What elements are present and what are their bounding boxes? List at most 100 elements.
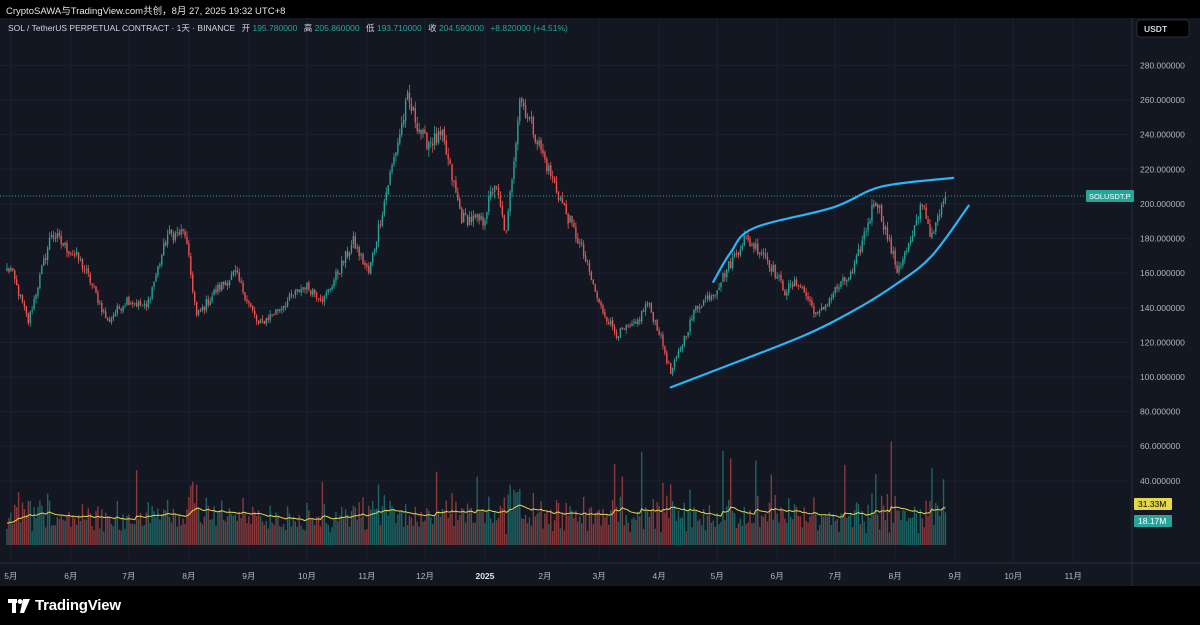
chart-area[interactable]: SOL / TetherUS PERPETUAL CONTRACT · 1天 ·… — [0, 18, 1200, 586]
candle-body — [188, 243, 190, 256]
volume-bar — [292, 516, 295, 545]
candle-body — [464, 213, 467, 216]
candle-body — [778, 275, 780, 277]
volume-bar — [462, 509, 465, 545]
candle-body — [91, 283, 93, 286]
candle-body — [195, 301, 198, 315]
candle-body — [54, 237, 57, 239]
candle-body — [824, 305, 827, 310]
volume-bar — [323, 504, 326, 545]
volume-bar — [176, 526, 178, 545]
price-axis[interactable]: 280.000000 260.000000 240.000000 220.000000… — [1140, 60, 1185, 485]
candle-body — [660, 334, 662, 336]
candle-body — [838, 287, 840, 289]
volume-bar — [697, 520, 699, 545]
candle-body — [629, 325, 631, 327]
volume-bar — [501, 508, 504, 545]
volume-bar — [869, 517, 871, 545]
volume-bar — [548, 524, 550, 545]
candle-body — [898, 266, 900, 273]
candle-body — [356, 246, 358, 249]
volume-bar — [551, 531, 554, 545]
candle-body — [377, 224, 380, 242]
candle-body — [846, 280, 848, 282]
candle-body — [517, 120, 519, 145]
candle-body — [848, 277, 850, 280]
candle-body — [143, 303, 146, 306]
volume-bar — [513, 489, 515, 545]
candle-body — [170, 229, 173, 234]
candle-body — [588, 262, 591, 272]
candle-body — [176, 232, 178, 234]
candle-body — [110, 318, 113, 323]
volume-bar — [399, 511, 401, 545]
volume-bar — [199, 522, 202, 545]
candle-body — [60, 235, 62, 244]
volume-bar — [248, 516, 250, 545]
volume-bar — [99, 528, 101, 545]
volume-bar — [799, 516, 802, 545]
candle-body — [346, 251, 349, 257]
tradingview-logo-icon — [8, 598, 30, 613]
candle-body — [768, 260, 771, 268]
candle-body — [546, 159, 548, 172]
symbol-legend[interactable]: SOL / TetherUS PERPETUAL CONTRACT · 1天 ·… — [8, 23, 568, 33]
volume-bar — [253, 511, 256, 545]
volume-bar — [147, 502, 149, 545]
volume-bar — [580, 523, 583, 545]
candle-body — [451, 164, 453, 181]
volume-bar — [600, 525, 602, 545]
candle-body — [68, 251, 70, 255]
candle-body — [14, 270, 16, 280]
volume-bar — [275, 512, 277, 545]
price-tick-label: 180.000000 — [1140, 234, 1185, 244]
candle-body — [892, 251, 894, 254]
tradingview-logo[interactable]: TradingView — [8, 597, 121, 614]
candle-body — [288, 294, 291, 301]
candle-body — [300, 288, 302, 293]
volume-bar — [422, 521, 424, 545]
volume-bar — [238, 512, 240, 545]
time-tick-label: 4月 — [652, 571, 665, 581]
volume-bar — [188, 497, 190, 545]
volume-bar — [511, 510, 513, 545]
price-tag: SOLUSDT.P — [1086, 189, 1134, 202]
candle-body — [364, 263, 366, 266]
time-tick-label: 9月 — [949, 571, 962, 581]
symbol-name: SOL / TetherUS PERPETUAL CONTRACT · 1天 ·… — [8, 23, 236, 33]
volume-bar — [778, 522, 780, 545]
volume-bar — [921, 518, 923, 545]
candle-body — [23, 302, 26, 307]
candle-body — [480, 215, 482, 220]
channel-upper-line[interactable] — [712, 176, 955, 283]
volume-bar — [453, 525, 455, 545]
candle-body — [323, 296, 326, 302]
volume-bar — [207, 505, 209, 545]
time-axis[interactable]: 5月 6月 7月 8月 9月 10月 11月 12月 2025 2月 3月 4月 5月 6月 7月 8月 9月 1… — [4, 571, 1082, 581]
volume-bar — [559, 528, 562, 545]
candle-body — [455, 180, 457, 193]
volume-bar — [567, 515, 569, 545]
candle-body — [640, 311, 643, 322]
candle-body — [368, 265, 370, 273]
candle-body — [445, 140, 447, 155]
candle-body — [820, 307, 823, 311]
volume-bar — [39, 500, 41, 545]
volume-bar — [271, 522, 273, 545]
candle-body — [706, 295, 709, 299]
price-chart[interactable]: SOL / TetherUS PERPETUAL CONTRACT · 1天 ·… — [0, 18, 1200, 586]
volume-bar — [505, 534, 507, 545]
volume-bar — [312, 519, 314, 545]
candle-body — [279, 308, 281, 311]
currency-selector[interactable]: USDT — [1136, 19, 1190, 38]
candle-body — [786, 292, 788, 296]
volume-bar — [224, 521, 227, 545]
volume-bar — [503, 497, 505, 545]
volume-bar — [592, 524, 595, 545]
volume-bar — [112, 526, 115, 545]
volume-bar — [192, 481, 194, 545]
volume-bar — [97, 506, 99, 545]
volume-bar — [130, 523, 132, 545]
candle-body — [803, 286, 805, 293]
volume-bar — [205, 497, 208, 545]
